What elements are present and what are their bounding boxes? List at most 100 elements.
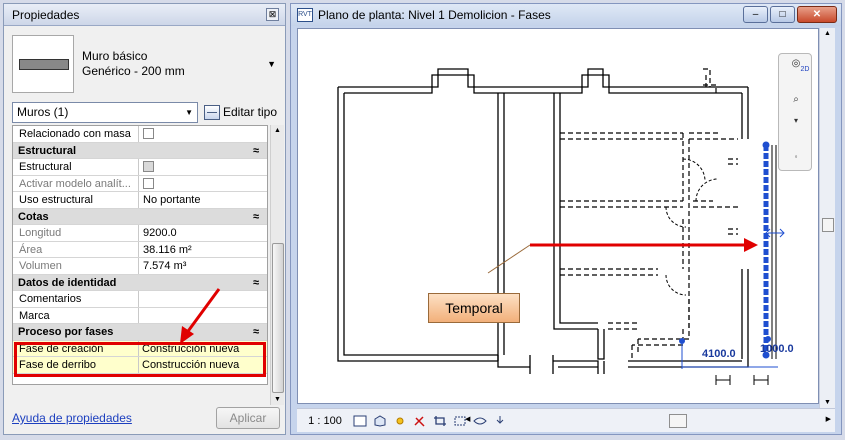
- property-checkbox[interactable]: [143, 161, 154, 172]
- collapse-icon[interactable]: ≈: [253, 275, 259, 291]
- edit-type-button[interactable]: Editar tipo: [204, 104, 278, 120]
- collapse-icon[interactable]: ≈: [253, 209, 259, 225]
- property-value-text: 38.116 m²: [143, 243, 192, 256]
- property-value[interactable]: [139, 176, 267, 192]
- group-header[interactable]: Cotas ≈: [13, 208, 267, 225]
- view-control-bar: 1 : 100 ◀ ▶: [297, 408, 835, 432]
- properties-scrollbar[interactable]: ▲ ▼: [270, 125, 284, 405]
- navigation-bar: ◎ 2D ⌕ ▾ ◦: [778, 53, 812, 171]
- property-value-text: 9200.0: [143, 227, 177, 239]
- minimize-button[interactable]: –: [743, 6, 768, 23]
- property-name: Longitud: [13, 225, 139, 241]
- property-row: Longitud 9200.0: [13, 225, 267, 242]
- property-value[interactable]: 38.116 m²: [139, 242, 267, 258]
- instance-filter-row: Muros (1) ▼ Editar tipo: [12, 101, 281, 123]
- view-window: RVT Plano de planta: Nivel 1 Demolicion …: [290, 3, 842, 435]
- property-row: Volumen 7.574 m³: [13, 258, 267, 275]
- type-selector[interactable]: Muro básico Genérico - 200 mm ▼: [12, 35, 280, 93]
- callout-arrow: [487, 238, 758, 274]
- type-dropdown-arrow-icon[interactable]: ▼: [267, 59, 276, 69]
- property-value[interactable]: [139, 308, 267, 324]
- property-value[interactable]: 9200.0: [139, 225, 267, 241]
- revit-view-icon: RVT: [297, 8, 313, 22]
- property-name: Activar modelo analít...: [13, 175, 139, 191]
- property-row: Estructural: [13, 159, 267, 176]
- instance-filter-value: Muros (1): [17, 105, 69, 119]
- maximize-button[interactable]: □: [770, 6, 795, 23]
- detail-level-icon[interactable]: [353, 415, 367, 427]
- scroll-thumb[interactable]: [272, 243, 284, 393]
- scroll-up-icon[interactable]: ▲: [824, 30, 831, 37]
- type-family-name: Muro básico: [82, 49, 148, 63]
- crop-view-icon[interactable]: [433, 415, 447, 427]
- group-header[interactable]: Datos de identidad ≈: [13, 274, 267, 291]
- property-value[interactable]: [139, 291, 267, 307]
- view-horizontal-scrollbar[interactable]: ◀ ▶: [465, 414, 833, 428]
- visual-style-icon[interactable]: [373, 414, 387, 427]
- nav-options-icon[interactable]: ◦: [786, 152, 806, 172]
- scroll-down-icon[interactable]: ▼: [824, 399, 831, 406]
- property-name: Área: [13, 241, 139, 257]
- property-row: Área 38.116 m²: [13, 241, 267, 258]
- properties-palette: Propiedades ⊠ Muro básico Genérico - 200…: [3, 3, 286, 435]
- chevron-down-icon: ▼: [185, 107, 193, 117]
- window-controls: – □ ✕: [743, 6, 837, 23]
- property-name: Relacionado con masa: [13, 126, 139, 142]
- properties-title-bar: Propiedades ⊠: [4, 4, 285, 26]
- property-name: Comentarios: [13, 291, 139, 307]
- group-header[interactable]: Estructural ≈: [13, 142, 267, 159]
- close-window-button[interactable]: ✕: [797, 6, 837, 23]
- property-value-text: No portante: [143, 194, 201, 206]
- property-value-text: 7.574 m³: [143, 260, 187, 272]
- scroll-up-icon[interactable]: ▲: [274, 127, 281, 134]
- nav-2d-label: 2D: [800, 66, 810, 73]
- property-checkbox[interactable]: [143, 128, 154, 139]
- scroll-left-icon[interactable]: ◀: [465, 415, 470, 423]
- view-vertical-scrollbar[interactable]: ▲ ▼: [819, 28, 835, 408]
- dimension-label-1000[interactable]: 1000.0: [760, 343, 794, 355]
- collapse-icon[interactable]: ≈: [253, 143, 259, 159]
- property-value[interactable]: [139, 159, 267, 175]
- apply-button[interactable]: Aplicar: [216, 407, 280, 429]
- property-row: Relacionado con masa: [13, 126, 267, 143]
- properties-title: Propiedades: [12, 7, 80, 22]
- instance-filter-dropdown[interactable]: Muros (1) ▼: [12, 101, 198, 123]
- collapse-icon[interactable]: ≈: [253, 324, 259, 340]
- selected-wall[interactable]: [762, 141, 785, 360]
- property-value[interactable]: 7.574 m³: [139, 258, 267, 274]
- edit-type-icon: [204, 104, 220, 120]
- chevron-down-icon[interactable]: ▾: [786, 116, 806, 136]
- property-checkbox[interactable]: [143, 177, 154, 189]
- phase-highlight-box: [14, 342, 266, 377]
- property-name: Marca: [13, 307, 139, 323]
- view-scale[interactable]: 1 : 100: [297, 415, 353, 427]
- temporal-callout-label: Temporal: [428, 293, 520, 323]
- close-palette-icon[interactable]: ⊠: [266, 8, 279, 21]
- sun-path-icon[interactable]: [393, 415, 407, 427]
- drawing-canvas[interactable]: Temporal 4100.0 1000.0 ◎ 2D ⌕ ▾ ◦: [297, 28, 819, 404]
- property-row: Marca: [13, 307, 267, 324]
- property-value[interactable]: [139, 126, 267, 142]
- scroll-down-icon[interactable]: ▼: [274, 396, 281, 403]
- property-row: Activar modelo analít...: [13, 175, 267, 192]
- edit-type-label: Editar tipo: [223, 105, 278, 119]
- property-row: Comentarios: [13, 291, 267, 308]
- property-name: Estructural: [13, 159, 139, 175]
- property-value[interactable]: No portante: [139, 192, 267, 208]
- zoom-region-icon[interactable]: ⌕: [786, 94, 806, 114]
- group-label: Estructural: [18, 144, 77, 157]
- group-label: Cotas: [18, 210, 49, 223]
- floor-plan-drawing[interactable]: [298, 29, 818, 403]
- scroll-right-icon[interactable]: ▶: [826, 415, 831, 423]
- shadows-icon[interactable]: [413, 415, 427, 427]
- scroll-thumb[interactable]: [669, 414, 687, 428]
- group-label: Datos de identidad: [18, 276, 117, 289]
- properties-help-link[interactable]: Ayuda de propiedades: [12, 411, 132, 425]
- group-label: Proceso por fases: [18, 326, 114, 338]
- wall-type-preview-icon: [12, 35, 74, 93]
- group-header[interactable]: Proceso por fases ≈: [13, 324, 267, 341]
- property-name: Volumen: [13, 258, 139, 274]
- scroll-thumb[interactable]: [822, 218, 834, 232]
- property-name: Uso estructural: [13, 192, 139, 208]
- dimension-label-4100[interactable]: 4100.0: [702, 348, 736, 360]
